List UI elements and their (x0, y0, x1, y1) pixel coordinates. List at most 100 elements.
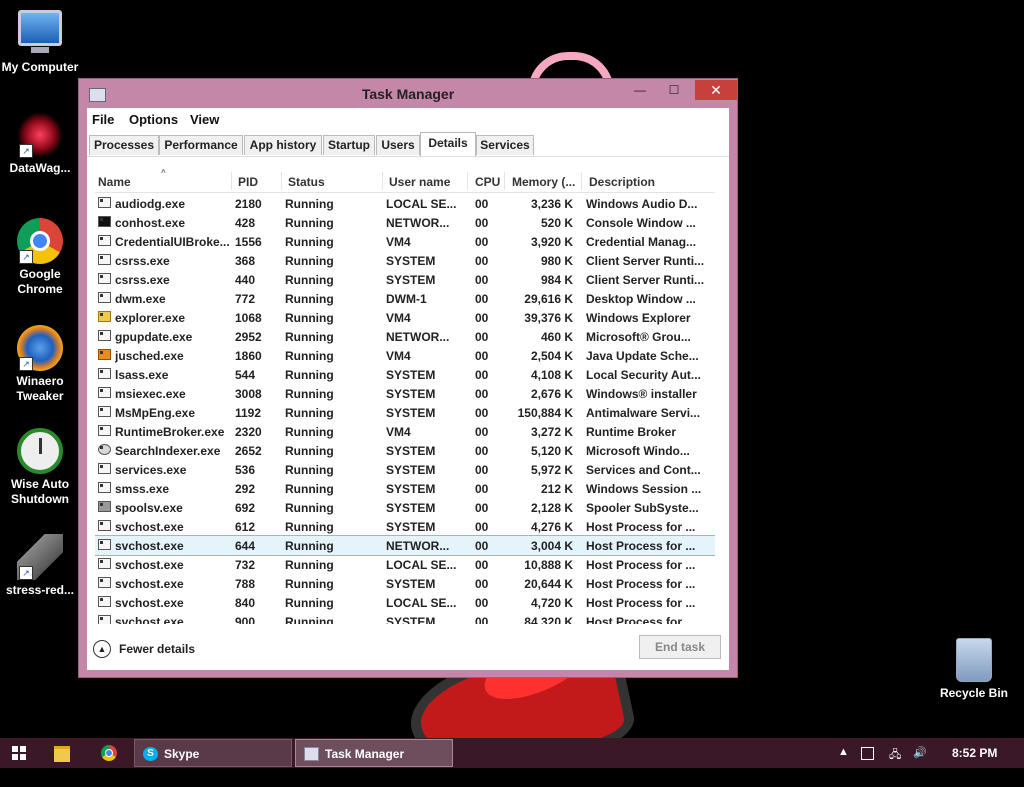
process-name-cell: SearchIndexer.exe (115, 444, 221, 458)
taskbar-clock[interactable]: 8:52 PM (952, 746, 997, 760)
task-manager-window: Task Manager — ☐ ✕ File Options View Pro… (78, 78, 738, 678)
tab-details[interactable]: Details (420, 132, 476, 156)
description-cell: Antimalware Servi... (586, 406, 701, 420)
minimize-button[interactable]: — (627, 80, 653, 100)
desktop-icon-stress-red[interactable]: ↗ stress-red... (0, 534, 80, 598)
process-icon (98, 501, 111, 512)
table-row[interactable]: SearchIndexer.exe 2652 Running SYSTEM 00 5,12… (95, 441, 715, 460)
column-header-description[interactable]: Description (589, 175, 655, 189)
table-row[interactable]: svchost.exe 900 Running SYSTEM 00 84,320 K Hos… (95, 612, 715, 624)
winaero-icon: ↗ (17, 325, 63, 371)
status-cell: Running (285, 463, 334, 477)
desktop-icon-label: Recycle Bin (939, 686, 1009, 700)
column-header-pid[interactable]: PID (238, 175, 258, 189)
column-divider[interactable] (382, 172, 383, 190)
process-name-cell: svchost.exe (115, 577, 184, 591)
table-row[interactable]: svchost.exe 644 Running NETWOR... 00 3,004 KH… (95, 535, 715, 556)
table-row[interactable]: services.exe 536 Running SYSTEM 00 5,972 K Ser… (95, 460, 715, 479)
close-button[interactable]: ✕ (695, 80, 737, 100)
column-header-user-name[interactable]: User name (389, 175, 450, 189)
column-divider[interactable] (231, 172, 232, 190)
memory-cell: 212 K (540, 482, 573, 496)
maximize-button[interactable]: ☐ (661, 80, 687, 100)
description-cell: Credential Manag... (586, 235, 697, 249)
action-center-icon[interactable] (861, 747, 874, 760)
table-row[interactable]: conhost.exe 428 Running NETWOR... 00 520 K Con… (95, 213, 715, 232)
table-row[interactable]: csrss.exe 368 Running SYSTEM 00 980 K Client S… (95, 251, 715, 270)
table-body: audiodg.exe 2180 Running LOCAL SE... 00 3,236… (95, 194, 715, 624)
menu-file[interactable]: File (92, 112, 114, 127)
pid-cell: 2180 (235, 197, 262, 211)
start-button-windows-icon[interactable] (12, 746, 26, 760)
menu-view[interactable]: View (190, 112, 219, 127)
tab-app-history[interactable]: App history (244, 135, 322, 155)
tab-startup[interactable]: Startup (323, 135, 375, 155)
column-divider[interactable] (281, 172, 282, 190)
desktop-icon-datawag[interactable]: ↗ DataWag... (0, 112, 80, 176)
menu-options[interactable]: Options (129, 112, 178, 127)
taskbar-item-skype[interactable]: S Skype (134, 739, 292, 767)
show-hidden-icons-chevron-icon[interactable]: ▲ (838, 746, 849, 758)
chrome-taskbar-icon[interactable] (101, 745, 117, 761)
table-row[interactable]: dwm.exe 772 Running DWM-1 00 29,616 K Desktop … (95, 289, 715, 308)
user-name-cell: SYSTEM (386, 482, 436, 496)
process-name-cell: csrss.exe (115, 254, 170, 268)
file-explorer-icon[interactable] (54, 746, 70, 762)
table-row[interactable]: RuntimeBroker.exe 2320 Running VM4 00 3,272 K… (95, 422, 715, 441)
memory-cell: 2,504 K (530, 349, 573, 363)
table-row[interactable]: svchost.exe 732 Running LOCAL SE... 00 10,888… (95, 555, 715, 574)
title-bar[interactable]: Task Manager — ☐ ✕ (79, 79, 737, 109)
description-cell: Host Process for ... (586, 596, 696, 610)
description-cell: Windows Session ... (586, 482, 702, 496)
column-divider[interactable] (504, 172, 505, 190)
table-row[interactable]: lsass.exe 544 Running SYSTEM 00 4,108 K Local … (95, 365, 715, 384)
tab-users[interactable]: Users (376, 135, 420, 155)
table-row[interactable]: msiexec.exe 3008 Running SYSTEM 00 2,676 K Win… (95, 384, 715, 403)
status-cell: Running (285, 596, 334, 610)
table-row[interactable]: svchost.exe 612 Running SYSTEM 00 4,276 K Host… (95, 517, 715, 536)
table-row[interactable]: MsMpEng.exe 1192 Running SYSTEM 00 150,884 KA… (95, 403, 715, 422)
column-header-status[interactable]: Status (288, 175, 325, 189)
tab-processes[interactable]: Processes (89, 135, 159, 155)
process-icon (98, 577, 111, 588)
table-row[interactable]: spoolsv.exe 692 Running SYSTEM 00 2,128 K Spoo… (95, 498, 715, 517)
end-task-button[interactable]: End task (639, 635, 721, 659)
table-row[interactable]: svchost.exe 840 Running LOCAL SE... 00 4,720 … (95, 593, 715, 612)
desktop-icon-winaero-tweaker[interactable]: ↗ Winaero Tweaker (0, 325, 80, 404)
column-header-name[interactable]: Name (98, 175, 131, 189)
column-header-cpu[interactable]: CPU (475, 175, 500, 189)
user-name-cell: SYSTEM (386, 273, 436, 287)
pid-cell: 1860 (235, 349, 262, 363)
table-row[interactable]: CredentialUIBroke... 1556 Running VM4 00 3,92… (95, 232, 715, 251)
tab-performance[interactable]: Performance (159, 135, 243, 155)
window-client-area: File Options View Processes Performance … (87, 108, 729, 670)
pid-cell: 612 (235, 520, 256, 534)
tab-services[interactable]: Services (476, 135, 534, 155)
pid-cell: 1068 (235, 311, 262, 325)
table-row[interactable]: gpupdate.exe 2952 Running NETWOR... 00 460 KM… (95, 327, 715, 346)
table-row[interactable]: csrss.exe 440 Running SYSTEM 00 984 K Client S… (95, 270, 715, 289)
table-row[interactable]: explorer.exe 1068 Running VM4 00 39,376 K Wind… (95, 308, 715, 327)
desktop-icon-my-computer[interactable]: My Computer (0, 10, 80, 75)
status-cell: Running (285, 501, 334, 515)
column-header-memory[interactable]: Memory (... (512, 175, 575, 189)
memory-cell: 4,276 K (530, 520, 573, 534)
table-row[interactable]: audiodg.exe 2180 Running LOCAL SE... 00 3,236… (95, 194, 715, 213)
description-cell: Host Process for ... (586, 577, 696, 591)
column-divider[interactable] (581, 172, 582, 190)
pid-cell: 368 (235, 254, 256, 268)
table-row[interactable]: jusched.exe 1860 Running VM4 00 2,504 K Java U… (95, 346, 715, 365)
user-name-cell: VM4 (386, 349, 411, 363)
column-divider[interactable] (467, 172, 468, 190)
skype-icon: S (143, 747, 158, 761)
user-name-cell: LOCAL SE... (386, 197, 457, 211)
desktop-icon-google-chrome[interactable]: ↗ Google Chrome (0, 218, 80, 297)
volume-icon[interactable]: 🔊 (913, 746, 927, 759)
desktop-icon-recycle-bin[interactable]: Recycle Bin (934, 638, 1014, 701)
desktop-icon-wise-auto-shutdown[interactable]: Wise Auto Shutdown (0, 428, 80, 507)
table-row[interactable]: smss.exe 292 Running SYSTEM 00 212 K Windows S… (95, 479, 715, 498)
taskbar-item-task-manager[interactable]: Task Manager (295, 739, 453, 767)
table-row[interactable]: svchost.exe 788 Running SYSTEM 00 20,644 K Hos… (95, 574, 715, 593)
network-icon[interactable]: 🖧 (889, 746, 901, 765)
memory-cell: 3,004 K (530, 539, 573, 553)
